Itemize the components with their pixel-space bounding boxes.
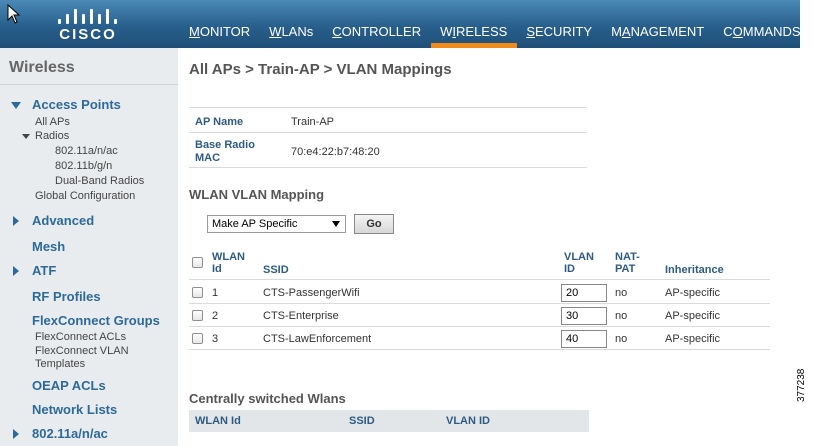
row-ssid: CTS-PassengerWifi — [263, 287, 360, 299]
column-header-inheritance: Inheritance — [665, 264, 724, 276]
figure-number: 377238 — [796, 368, 807, 402]
sidebar-divider — [0, 84, 178, 85]
sidebar: Wireless Access Points All APs Radios 80… — [0, 48, 178, 446]
ap-name-value: Train-AP — [291, 116, 334, 128]
cisco-logo-text: CISCO — [59, 26, 117, 43]
sidebar-item-dual-band[interactable]: Dual-Band Radios — [55, 175, 144, 187]
main-content: All APs > Train-AP > VLAN Mappings AP Na… — [178, 48, 800, 446]
row-vlan-id-input[interactable] — [561, 284, 607, 302]
sidebar-item-radio-b[interactable]: 802.11b/g/n — [55, 160, 112, 172]
column-header-wlan-id: WLAN — [212, 251, 245, 263]
nav-tab-monitor[interactable]: MONITOR — [180, 17, 260, 48]
ap-name-label: AP Name — [195, 116, 244, 128]
sidebar-item-rf-profiles[interactable]: RF Profiles — [32, 289, 101, 304]
row-inheritance: AP-specific — [665, 310, 721, 322]
sidebar-item-all-aps[interactable]: All APs — [35, 116, 70, 128]
column-header-nat-pat-line2: PAT — [615, 263, 636, 275]
sidebar-item-radio-a[interactable]: 802.11a/n/ac — [55, 145, 118, 157]
column-header-wlan-id-line2: Id — [212, 263, 222, 275]
cisco-logo: CISCO — [52, 4, 124, 44]
column-header-vlan-id: VLAN — [564, 251, 594, 263]
select-all-checkbox[interactable] — [192, 257, 203, 268]
collapsed-triangle-icon[interactable] — [13, 429, 19, 439]
sidebar-item-flexconnect-vlan[interactable]: FlexConnect VLAN — [35, 345, 129, 357]
sidebar-title: Wireless — [9, 59, 75, 76]
mouse-cursor-icon — [7, 4, 21, 24]
column-header-ssid: SSID — [349, 415, 375, 427]
row-nat-pat: no — [615, 310, 628, 322]
row-inheritance: AP-specific — [665, 333, 721, 345]
sidebar-item-mesh[interactable]: Mesh — [32, 239, 65, 254]
expanded-triangle-icon[interactable] — [22, 134, 30, 139]
sidebar-item-flexconnect-acls[interactable]: FlexConnect ACLs — [35, 331, 126, 343]
top-header: CISCO MONITOR WLANs CONTROLLER WIRELESS SECU… — [0, 0, 801, 48]
sidebar-item-global-configuration[interactable]: Global Configuration — [35, 190, 135, 202]
centrally-switched-header-bar — [189, 410, 589, 432]
centrally-switched-title: Centrally switched Wlans — [189, 391, 346, 406]
row-inheritance: AP-specific — [665, 287, 721, 299]
sidebar-item-oeap-acls[interactable]: OEAP ACLs — [32, 378, 106, 393]
row-vlan-id-input[interactable] — [561, 307, 607, 325]
row-ssid: CTS-LawEnforcement — [263, 333, 372, 345]
row-checkbox[interactable] — [192, 333, 203, 344]
sidebar-item-flexconnect-groups[interactable]: FlexConnect Groups — [32, 313, 160, 328]
row-nat-pat: no — [615, 333, 628, 345]
row-checkbox[interactable] — [192, 287, 203, 298]
column-header-ssid: SSID — [263, 264, 289, 276]
cisco-logo-bars — [58, 6, 118, 24]
sidebar-item-advanced[interactable]: Advanced — [32, 213, 94, 228]
divider — [189, 107, 587, 108]
sidebar-item-80211anac[interactable]: 802.11a/n/ac — [32, 426, 108, 441]
row-ssid: CTS-Enterprise — [263, 310, 339, 322]
expanded-triangle-icon[interactable] — [11, 102, 21, 109]
row-wlan-id: 1 — [212, 287, 219, 299]
sidebar-item-access-points[interactable]: Access Points — [32, 97, 121, 112]
sidebar-item-atf[interactable]: ATF — [32, 263, 56, 278]
divider — [189, 167, 587, 168]
nav-tab-wireless[interactable]: WIRELESS — [431, 17, 518, 48]
sidebar-item-radios[interactable]: Radios — [35, 130, 69, 142]
column-header-wlan-id: WLAN Id — [195, 415, 241, 427]
row-vlan-id-input[interactable] — [561, 330, 607, 348]
nav-tab-wlans[interactable]: WLANs — [260, 17, 323, 48]
base-radio-mac-value: 70:e4:22:b7:48:20 — [291, 146, 380, 158]
main-nav: MONITOR WLANs CONTROLLER WIRELESS SECURITY MA… — [180, 17, 814, 48]
divider — [189, 349, 770, 350]
base-radio-mac-label: Base Radio — [195, 139, 255, 151]
collapsed-triangle-icon[interactable] — [13, 216, 19, 226]
row-wlan-id: 3 — [212, 333, 219, 345]
sidebar-item-flexconnect-vlan-templates[interactable]: Templates — [35, 358, 85, 370]
divider — [189, 326, 770, 327]
row-checkbox[interactable] — [192, 310, 203, 321]
dropdown-arrow-icon — [332, 221, 340, 227]
column-header-vlan-id: VLAN ID — [446, 415, 490, 427]
page-title: All APs > Train-AP > VLAN Mappings — [189, 61, 452, 78]
column-header-nat-pat: NAT- — [615, 251, 640, 263]
nav-tab-management[interactable]: MANAGEMENT — [602, 17, 714, 48]
mapping-mode-select-value: Make AP Specific — [212, 218, 298, 230]
collapsed-triangle-icon[interactable] — [13, 266, 19, 276]
row-nat-pat: no — [615, 287, 628, 299]
nav-tab-commands[interactable]: COMMANDS — [714, 17, 810, 48]
divider — [189, 279, 770, 280]
go-button[interactable]: Go — [354, 214, 394, 234]
base-radio-mac-label-line2: MAC — [195, 152, 221, 164]
column-header-vlan-id-line2: ID — [564, 263, 575, 275]
row-wlan-id: 2 — [212, 310, 219, 322]
divider — [189, 303, 770, 304]
nav-tab-controller[interactable]: CONTROLLER — [323, 17, 431, 48]
wlan-vlan-mapping-title: WLAN VLAN Mapping — [189, 187, 325, 202]
nav-tab-security[interactable]: SECURITY — [517, 17, 602, 48]
mapping-mode-select[interactable]: Make AP Specific — [207, 215, 346, 233]
divider — [189, 132, 587, 133]
sidebar-item-network-lists[interactable]: Network Lists — [32, 402, 117, 417]
